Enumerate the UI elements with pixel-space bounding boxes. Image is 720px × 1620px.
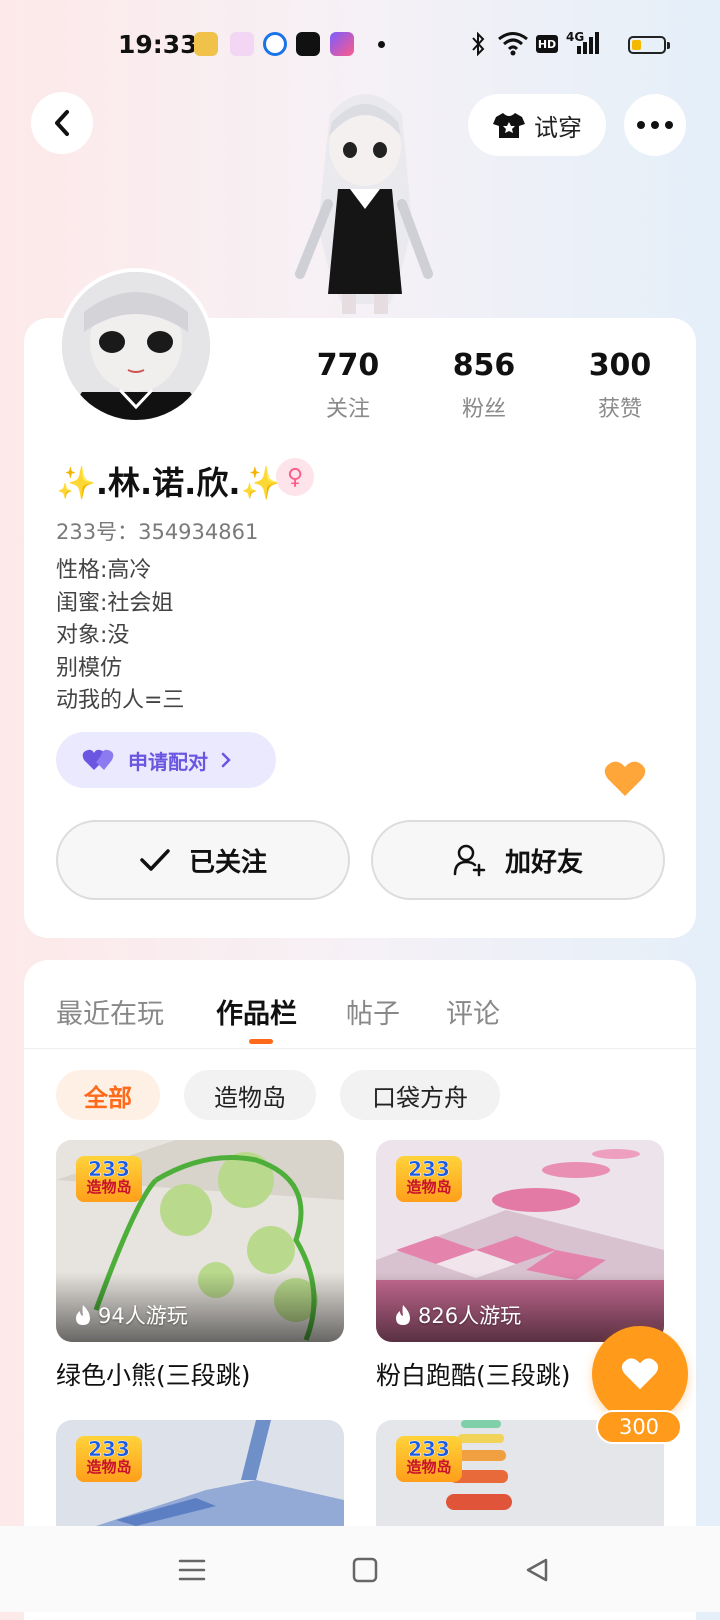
play-count-text: 94人游玩	[98, 1304, 188, 1328]
battery-icon	[628, 36, 670, 54]
shirt-icon	[493, 113, 525, 138]
user-name: ✨.林.诺.欣.✨	[56, 464, 281, 502]
floating-like-button[interactable]	[592, 1326, 688, 1422]
tab-recently-played[interactable]: 最近在玩	[56, 992, 164, 1031]
user-id-value: 354934861	[138, 520, 259, 544]
heart-icon[interactable]	[604, 760, 646, 798]
active-tab-indicator	[249, 1039, 273, 1044]
user-id-label: 233号：	[56, 520, 139, 544]
add-friend-button[interactable]: 加好友	[371, 820, 665, 900]
bluetooth-icon	[472, 31, 485, 57]
app-notification-icon	[230, 32, 254, 56]
creation-island-badge: 233 造物岛	[76, 1156, 142, 1202]
avatar[interactable]	[58, 268, 214, 424]
badge-number: 233	[408, 1437, 450, 1461]
badge-text: 造物岛	[86, 1458, 132, 1476]
fans-count: 856	[452, 348, 516, 383]
badge-text: 造物岛	[86, 1178, 132, 1196]
tab-comments[interactable]: 评论	[446, 992, 500, 1031]
chevron-right-icon	[221, 752, 231, 768]
stat-following[interactable]: 770 关注	[288, 348, 408, 423]
bio-line: 闺蜜:社会姐	[56, 590, 174, 616]
user-id: 233号：354934861	[56, 516, 258, 546]
flame-icon	[396, 1305, 410, 1325]
following-button-label: 已关注	[188, 847, 267, 878]
floating-like-count: 300	[596, 1410, 682, 1444]
game-title[interactable]: 绿色小熊(三段跳)	[56, 1356, 251, 1392]
chevron-left-icon	[55, 110, 69, 136]
creation-island-badge: 233 造物岛	[396, 1436, 462, 1482]
signal-icon	[577, 32, 599, 54]
tab-divider	[24, 1048, 696, 1049]
browser-notification-icon	[263, 32, 287, 56]
female-gender-icon: ♀	[276, 458, 314, 496]
bio-line: 性格:高冷	[56, 558, 152, 583]
menu-icon[interactable]	[178, 1558, 206, 1582]
double-heart-icon	[82, 749, 114, 770]
system-navigation-bar	[0, 1526, 720, 1612]
game-title[interactable]: 粉白跑酷(三段跳)	[376, 1356, 571, 1392]
fans-label: 粉丝	[461, 397, 506, 422]
likes-label: 获赞	[597, 397, 642, 422]
checkmark-icon	[140, 849, 170, 871]
status-time: 19:33	[118, 30, 198, 59]
following-button[interactable]: 已关注	[56, 820, 350, 900]
weibo-notification-icon	[194, 32, 218, 56]
more-options-button[interactable]	[624, 94, 686, 156]
game-card-thumbnail[interactable]: 233 造物岛 94人游玩	[56, 1140, 344, 1342]
badge-number: 233	[88, 1157, 130, 1181]
hd-icon: HD	[536, 35, 558, 53]
video-notification-icon	[296, 32, 320, 56]
filter-creation-island[interactable]: 造物岛	[184, 1070, 316, 1120]
more-dots-icon	[637, 121, 673, 129]
filter-all[interactable]: 全部	[56, 1070, 160, 1120]
flame-icon	[76, 1305, 90, 1325]
avatar-3d-figure[interactable]	[290, 84, 440, 318]
creation-island-badge: 233 造物岛	[396, 1156, 462, 1202]
bio-line: 别模仿	[56, 655, 123, 681]
try-on-button[interactable]: 试穿	[468, 94, 606, 156]
badge-text: 造物岛	[406, 1458, 452, 1476]
game-card-thumbnail[interactable]: 233 造物岛	[56, 1420, 344, 1526]
add-user-icon	[453, 844, 486, 877]
badge-number: 233	[88, 1437, 130, 1461]
try-on-label: 试穿	[534, 113, 582, 142]
creation-island-badge: 233 造物岛	[76, 1436, 142, 1482]
tab-posts[interactable]: 帖子	[346, 992, 400, 1031]
play-count: 94人游玩	[74, 1300, 188, 1330]
stat-fans[interactable]: 856 粉丝	[424, 348, 544, 423]
add-friend-label: 加好友	[504, 847, 583, 878]
request-pair-button[interactable]: 申请配对	[56, 732, 276, 788]
home-icon[interactable]	[352, 1557, 378, 1583]
bio: 性格:高冷 闺蜜:社会姐 对象:没 别模仿 动我的人=三	[56, 555, 184, 718]
more-notifications-dot-icon	[378, 41, 385, 48]
status-bar: 19:33 HD 4G	[0, 0, 720, 90]
game-card-thumbnail[interactable]: 233 造物岛 826人游玩	[376, 1140, 664, 1342]
request-pair-label: 申请配对	[128, 749, 208, 774]
wifi-icon	[498, 32, 528, 56]
heart-icon	[621, 1358, 659, 1390]
bio-line: 动我的人=三	[56, 688, 185, 713]
play-count: 826人游玩	[394, 1300, 521, 1330]
badge-text: 造物岛	[406, 1178, 452, 1196]
play-count-text: 826人游玩	[418, 1304, 522, 1328]
filter-pocket-ark[interactable]: 口袋方舟	[340, 1070, 500, 1120]
likes-count: 300	[588, 348, 652, 383]
badge-number: 233	[408, 1157, 450, 1181]
bio-line: 对象:没	[56, 623, 130, 648]
back-triangle-icon[interactable]	[524, 1557, 550, 1583]
shortcut-notification-icon	[330, 32, 354, 56]
following-label: 关注	[325, 397, 370, 422]
following-count: 770	[316, 348, 380, 383]
stat-likes[interactable]: 300 获赞	[560, 348, 680, 423]
back-button[interactable]	[31, 92, 93, 154]
tab-works[interactable]: 作品栏	[216, 992, 297, 1031]
